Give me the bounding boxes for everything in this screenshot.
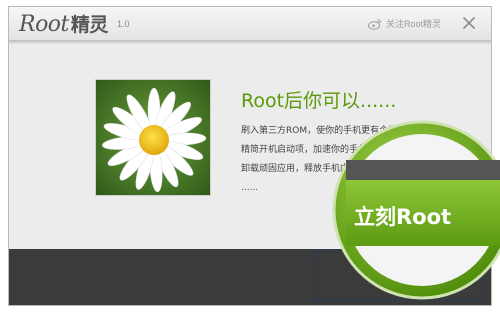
app-name-cn: 精灵 — [70, 14, 109, 36]
app-name-latin: Root — [19, 12, 69, 37]
close-icon[interactable] — [459, 13, 479, 33]
root-button-label: 立刻Root — [354, 205, 451, 229]
app-version: 1.0 — [117, 19, 130, 29]
daisy-image — [95, 79, 211, 196]
promo-headline: Root后你可以...... — [241, 90, 397, 112]
title-bar[interactable]: Root 精灵 1.0 关注Root精灵 — [9, 7, 491, 40]
app-logo: Root 精灵 — [19, 10, 108, 37]
root-now-button[interactable]: 立刻Root — [332, 120, 500, 300]
weibo-icon — [367, 18, 382, 30]
follow-label: 关注Root精灵 — [385, 19, 441, 29]
follow-weibo-link[interactable]: 关注Root精灵 — [367, 17, 441, 30]
